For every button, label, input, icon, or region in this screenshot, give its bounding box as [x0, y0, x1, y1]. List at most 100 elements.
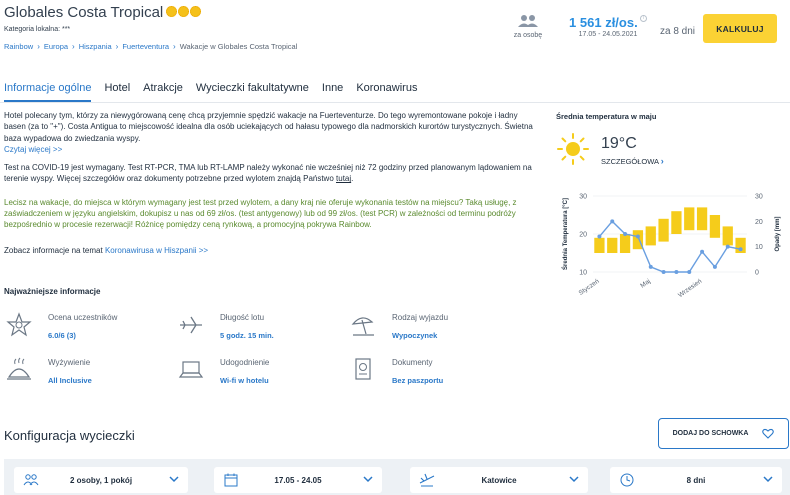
- tab-coronavirus[interactable]: Koronawirus: [356, 82, 417, 102]
- departure-selector[interactable]: Katowice: [410, 467, 588, 493]
- airplane-icon: [180, 316, 202, 334]
- key-info-title: Najważniejsze informacje: [4, 287, 101, 296]
- tab-other[interactable]: Inne: [322, 82, 343, 102]
- read-more-link[interactable]: Czytaj więcej >>: [4, 145, 62, 154]
- price-box: 1 561 zł/os. i 17.05 - 24.05.2021: [564, 15, 652, 38]
- chevron-right-icon: ›: [115, 42, 119, 51]
- feature-label: Rodzaj wyjazdu: [392, 313, 449, 322]
- persons-icon: [518, 15, 538, 27]
- chevron-right-icon: ›: [660, 156, 664, 166]
- chart-left-tick-label: 20: [579, 232, 587, 239]
- persons-label: za osobę: [513, 32, 543, 39]
- local-category: Kategoria lokalna: ***: [4, 26, 71, 33]
- weather-chart: 10 20 30 0 10 20 30 Średnia Temperatura [°C] Opa…: [562, 194, 781, 300]
- hotel-title: Globales Costa Tropical: [4, 4, 164, 21]
- chart-right-tick-label: 30: [755, 194, 763, 201]
- tab-excursions[interactable]: Wycieczki fakultatywne: [196, 82, 309, 102]
- feature-label: Wyżywienie: [48, 358, 91, 367]
- feature-value: Wi-fi w hotelu: [220, 376, 269, 385]
- chevron-right-icon: ›: [173, 42, 176, 51]
- tab-general-info[interactable]: Informacje ogólne: [4, 82, 92, 102]
- tab-hotel[interactable]: Hotel: [104, 82, 130, 102]
- chart-precipitation-point: [674, 270, 679, 274]
- departure-selector-value: Katowice: [481, 475, 517, 485]
- coronavirus-prefix: Zobacz informacje na temat: [4, 245, 105, 255]
- description-text: Hotel polecany tym, którzy za niewygórow…: [4, 111, 533, 143]
- price-dates: 17.05 - 24.05.2021: [578, 31, 638, 38]
- covid-details-link[interactable]: tutaj: [336, 174, 351, 183]
- chart-precipitation-point: [738, 247, 743, 252]
- breadcrumb-fuerteventura[interactable]: Fuerteventura: [122, 42, 169, 51]
- chart-temperature-bar: [671, 211, 682, 234]
- chart-precipitation-point: [700, 249, 705, 254]
- star-icon: [178, 6, 189, 17]
- coronavirus-link[interactable]: Koronawirusa w Hiszpanii >>: [105, 246, 208, 255]
- chevron-down-icon: [763, 476, 773, 483]
- covid-text: Test na COVID-19 jest wymagany. Test RT-…: [4, 163, 532, 184]
- sun-icon: [557, 133, 589, 165]
- trip-duration: za 8 dni: [660, 26, 696, 37]
- feature-value: 6.0/6 (3): [48, 331, 76, 340]
- chart-left-tick-label: 10: [579, 270, 587, 277]
- chart-precipitation-point: [597, 234, 602, 239]
- chart-temperature-bar: [607, 237, 618, 253]
- persons-selector[interactable]: 2 osoby, 1 pokój: [14, 467, 188, 493]
- dates-selector[interactable]: 17.05 - 24.05: [214, 467, 382, 493]
- chart-x-tick-label: Styczeń: [578, 278, 601, 297]
- covid-test-offer: Lecisz na wakacje, do miejsca w którym w…: [4, 197, 517, 230]
- breadcrumb-current: Wakacje w Globales Costa Tropical: [179, 42, 298, 51]
- feature-documents: Dokumenty Bez paszportu: [350, 357, 510, 393]
- chart-right-axis-title: Opady [mm]: [775, 216, 781, 251]
- calculate-button[interactable]: KALKULUJ: [703, 14, 777, 43]
- price-value: 1 561 zł/os.: [569, 15, 638, 30]
- chart-temperature-bar: [645, 226, 656, 246]
- chart-temperature-bar: [684, 207, 695, 231]
- persons-indicator: za osobę: [508, 14, 548, 39]
- laptop-icon: [178, 361, 204, 378]
- chart-right-tick-label: 20: [755, 219, 763, 226]
- weather-details-link[interactable]: SZCZEGÓŁOWA ›: [601, 156, 664, 166]
- chart-precipitation-point: [610, 219, 615, 224]
- feature-value: Bez paszportu: [392, 376, 444, 385]
- duration-selector-value: 8 dni: [686, 475, 706, 485]
- feature-board: Wyżywienie All Inclusive: [6, 357, 166, 393]
- feature-rating: Ocena uczestników 6.0/6 (3): [6, 312, 166, 348]
- feature-label: Dokumenty: [392, 358, 433, 367]
- description-paragraph: Hotel polecany tym, którzy za niewygórow…: [4, 110, 534, 155]
- description-section: Hotel polecany tym, którzy za niewygórow…: [4, 110, 534, 263]
- page-header: Globales Costa Tropical Kategoria lokaln…: [0, 0, 790, 62]
- breadcrumb-hiszpania[interactable]: Hiszpania: [79, 42, 112, 51]
- breadcrumb-europa[interactable]: Europa: [44, 42, 68, 51]
- heart-icon: [762, 428, 775, 439]
- add-to-clipboard-button[interactable]: DODAJ DO SCHOWKA: [658, 418, 789, 449]
- chart-temperature-bar: [709, 215, 721, 238]
- beach-umbrella-icon: [351, 317, 374, 336]
- chart-x-tick-label: Maj: [639, 278, 652, 290]
- hotel-stars: [166, 6, 201, 17]
- chart-precipitation-point: [661, 270, 666, 274]
- feature-value: Wypoczynek: [392, 331, 438, 340]
- tab-attractions[interactable]: Atrakcje: [143, 82, 183, 102]
- coronavirus-info: Zobacz informacje na temat Koronawirusa …: [4, 245, 534, 256]
- star-icon: [190, 6, 201, 17]
- rating-star-icon: [6, 312, 32, 337]
- persons-selector-value: 2 osoby, 1 pokój: [69, 475, 133, 485]
- weather-title: Średnia temperatura w maju: [556, 112, 657, 121]
- breadcrumb-rainbow[interactable]: Rainbow: [4, 42, 33, 51]
- feature-value: All Inclusive: [48, 376, 92, 385]
- dates-selector-value: 17.05 - 24.05: [274, 475, 322, 485]
- chart-precipitation-point: [687, 270, 692, 274]
- chevron-down-icon: [363, 476, 373, 483]
- info-icon[interactable]: i: [639, 15, 647, 22]
- config-title: Konfiguracja wycieczki: [4, 428, 135, 443]
- chart-x-tick-label: Wrzesień: [677, 278, 703, 299]
- chevron-down-icon: [169, 476, 179, 483]
- chart-precipitation-point: [725, 244, 730, 249]
- feature-trip-type: Rodzaj wyjazdu Wypoczynek: [350, 312, 510, 348]
- tabs-divider: [0, 102, 790, 103]
- feature-flight-length: Długość lotu 5 godz. 15 min.: [178, 312, 338, 348]
- food-cloche-icon: [7, 357, 31, 380]
- chart-right-tick-label: 0: [755, 270, 759, 277]
- covid-text-end: .: [351, 174, 354, 184]
- duration-selector[interactable]: 8 dni: [610, 467, 782, 493]
